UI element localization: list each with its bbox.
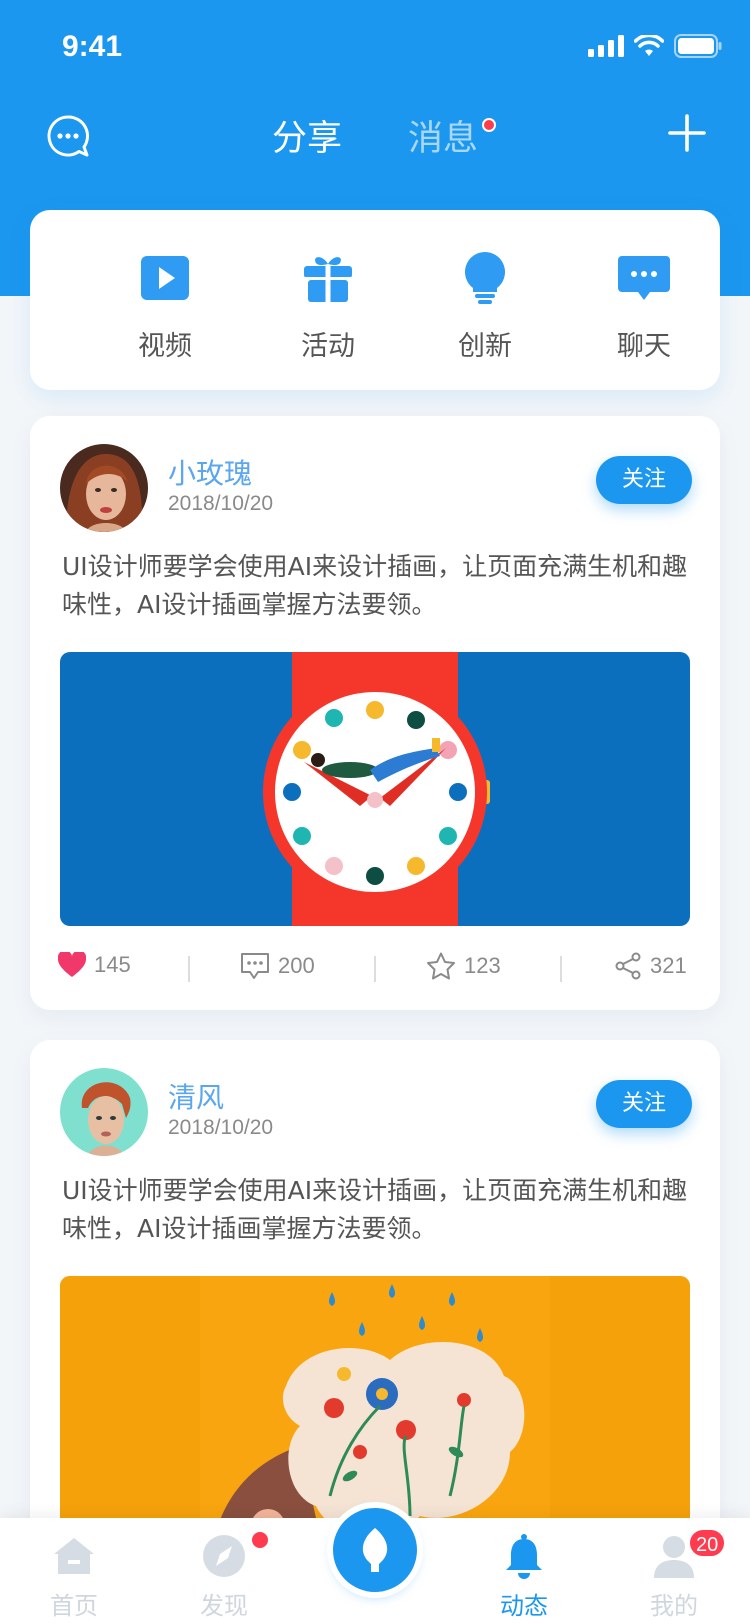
- messages-unread-dot: [482, 118, 496, 132]
- heart-icon: [58, 952, 86, 977]
- share-action[interactable]: 321: [614, 952, 687, 980]
- profile-badge: 20: [688, 1528, 727, 1558]
- tab-activity[interactable]: 动态: [474, 1532, 574, 1621]
- play-icon: [141, 256, 189, 300]
- bottom-tab-bar: 首页 发现 动态 我的 20: [0, 1508, 750, 1624]
- post-author[interactable]: 小玫瑰: [168, 452, 252, 492]
- quick-item-label: 视频: [138, 331, 192, 362]
- quick-item-label: 聊天: [617, 331, 671, 362]
- discover-unread-dot: [252, 1532, 268, 1548]
- tab-share[interactable]: 分享: [272, 110, 342, 161]
- avatar[interactable]: [60, 444, 148, 532]
- chat-bubble-icon: [618, 256, 670, 300]
- post-content: UI设计师要学会使用AI来设计插画，让页面充满生机和趣味性，AI设计插画掌握方法…: [62, 1176, 688, 1243]
- favorite-count: 123: [464, 953, 501, 978]
- divider: [374, 956, 376, 982]
- tab-label: 发现: [200, 1592, 248, 1620]
- divider: [188, 956, 190, 982]
- favorite-action[interactable]: 123: [426, 952, 501, 980]
- post-date: 2018/10/20: [168, 1116, 274, 1139]
- share-icon: [615, 952, 641, 980]
- wifi-icon: [634, 35, 664, 56]
- gift-icon: [304, 257, 352, 302]
- post-actions: 145 200 123 321: [30, 938, 720, 1000]
- signal-icon: [588, 35, 624, 57]
- share-count: 321: [650, 953, 687, 978]
- comment-action[interactable]: 200: [240, 952, 315, 980]
- chat-icon[interactable]: [46, 114, 90, 158]
- post-author[interactable]: 清风: [168, 1076, 224, 1116]
- tab-home[interactable]: 首页: [24, 1532, 124, 1621]
- quick-item-label: 创新: [458, 331, 512, 362]
- star-icon: [427, 952, 455, 980]
- post-card: 小玫瑰 2018/10/20 关注 UI设计师要学会使用AI来设计插画，让页面充…: [30, 416, 720, 1010]
- quick-item-video[interactable]: 视频: [105, 250, 225, 363]
- status-bar: 9:41: [0, 0, 750, 96]
- divider: [560, 956, 562, 982]
- like-action[interactable]: 145: [58, 952, 131, 978]
- publish-button[interactable]: [333, 1508, 417, 1592]
- post-content: UI设计师要学会使用AI来设计插画，让页面充满生机和趣味性，AI设计插画掌握方法…: [62, 552, 688, 619]
- post-date: 2018/10/20: [168, 492, 274, 515]
- plus-icon[interactable]: [666, 112, 708, 154]
- status-time: 9:41: [62, 30, 123, 63]
- quick-menu: 视频 活动 创新 聊天: [30, 210, 720, 390]
- quick-item-activity[interactable]: 活动: [268, 250, 388, 363]
- quick-item-chat[interactable]: 聊天: [584, 250, 704, 363]
- post-image[interactable]: [60, 652, 690, 926]
- status-icons: [588, 34, 722, 58]
- quick-item-innovation[interactable]: 创新: [425, 250, 545, 363]
- battery-icon: [674, 34, 722, 58]
- tab-label: 首页: [50, 1592, 98, 1620]
- comment-count: 200: [278, 953, 315, 978]
- quick-item-label: 活动: [301, 331, 355, 362]
- leaf-icon: [362, 1528, 388, 1572]
- follow-button[interactable]: 关注: [596, 456, 692, 504]
- tab-label: 动态: [500, 1592, 548, 1620]
- lightbulb-icon: [465, 252, 505, 304]
- home-icon: [54, 1538, 94, 1574]
- avatar[interactable]: [60, 1068, 148, 1156]
- tab-label: 我的: [650, 1592, 698, 1620]
- follow-button[interactable]: 关注: [596, 1080, 692, 1128]
- comment-icon: [241, 953, 269, 979]
- compass-icon: [203, 1535, 245, 1577]
- tab-messages[interactable]: 消息: [408, 110, 478, 161]
- like-count: 145: [94, 952, 131, 977]
- bell-icon: [506, 1534, 542, 1579]
- top-nav: 分享 消息: [0, 96, 750, 192]
